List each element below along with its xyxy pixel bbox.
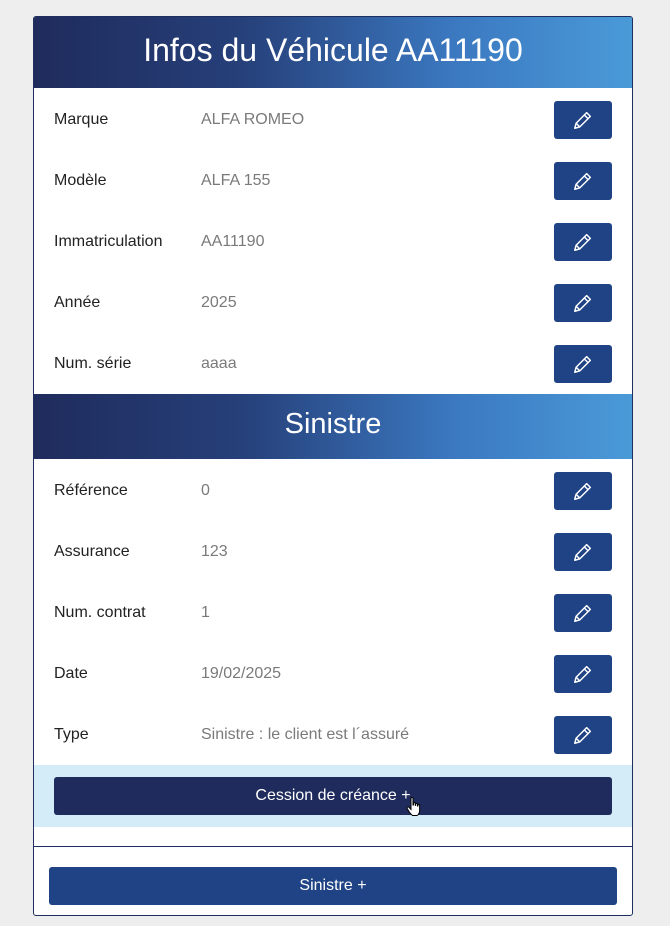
edit-type-button[interactable] bbox=[554, 716, 612, 754]
vehicle-card: Infos du Véhicule AA11190 Marque ALFA RO… bbox=[33, 16, 633, 916]
edit-reference-button[interactable] bbox=[554, 472, 612, 510]
field-row-marque: Marque ALFA ROMEO bbox=[34, 89, 632, 150]
field-label: Assurance bbox=[54, 543, 130, 560]
pencil-icon bbox=[574, 604, 592, 622]
sinistre-fields: Référence 0 Assurance 123 Num. contrat 1… bbox=[34, 459, 632, 765]
field-value: 1 bbox=[201, 604, 210, 621]
field-label: Type bbox=[54, 726, 89, 743]
pencil-icon bbox=[574, 665, 592, 683]
edit-annee-button[interactable] bbox=[554, 284, 612, 322]
vehicle-fields: Marque ALFA ROMEO Modèle ALFA 155 Immatr… bbox=[34, 88, 632, 394]
edit-marque-button[interactable] bbox=[554, 101, 612, 139]
field-label: Immatriculation bbox=[54, 233, 163, 250]
field-label: Marque bbox=[54, 111, 109, 128]
field-value: 123 bbox=[201, 543, 228, 560]
edit-num-serie-button[interactable] bbox=[554, 345, 612, 383]
field-value: 0 bbox=[201, 482, 210, 499]
field-label: Référence bbox=[54, 482, 128, 499]
field-value: aaaa bbox=[201, 355, 237, 372]
vehicle-title: Infos du Véhicule AA11190 bbox=[143, 32, 523, 68]
pencil-icon bbox=[574, 172, 592, 190]
pencil-icon bbox=[574, 726, 592, 744]
pencil-icon bbox=[574, 294, 592, 312]
pencil-icon bbox=[574, 482, 592, 500]
field-label: Modèle bbox=[54, 172, 107, 189]
divider bbox=[34, 846, 632, 847]
field-value: Sinistre : le client est l´assuré bbox=[201, 726, 410, 743]
field-label: Num. contrat bbox=[54, 604, 146, 621]
edit-num-contrat-button[interactable] bbox=[554, 594, 612, 632]
edit-modele-button[interactable] bbox=[554, 162, 612, 200]
sinistre-header: Sinistre bbox=[34, 394, 632, 459]
vehicle-header: Infos du Véhicule AA11190 bbox=[34, 17, 632, 88]
field-value: ALFA 155 bbox=[201, 172, 271, 189]
field-value: 2025 bbox=[201, 294, 237, 311]
field-row-type: Type Sinistre : le client est l´assuré bbox=[34, 704, 632, 765]
pencil-icon bbox=[574, 233, 592, 251]
field-row-date: Date 19/02/2025 bbox=[34, 643, 632, 704]
pencil-icon bbox=[574, 355, 592, 373]
field-label: Num. série bbox=[54, 355, 132, 372]
field-label: Date bbox=[54, 665, 88, 682]
field-row-num-serie: Num. série aaaa bbox=[34, 333, 632, 394]
field-value: ALFA ROMEO bbox=[201, 111, 305, 128]
field-row-reference: Référence 0 bbox=[34, 460, 632, 521]
field-value: 19/02/2025 bbox=[201, 665, 282, 682]
cession-bar: Cession de créance + bbox=[34, 765, 632, 827]
cession-de-creance-button[interactable]: Cession de créance + bbox=[54, 777, 612, 815]
field-label: Année bbox=[54, 294, 101, 311]
pencil-icon bbox=[574, 543, 592, 561]
add-sinistre-button[interactable]: Sinistre + bbox=[49, 867, 617, 905]
edit-date-button[interactable] bbox=[554, 655, 612, 693]
field-row-annee: Année 2025 bbox=[34, 272, 632, 333]
edit-assurance-button[interactable] bbox=[554, 533, 612, 571]
sinistre-title: Sinistre bbox=[284, 408, 382, 440]
field-row-assurance: Assurance 123 bbox=[34, 521, 632, 582]
field-row-num-contrat: Num. contrat 1 bbox=[34, 582, 632, 643]
edit-immatriculation-button[interactable] bbox=[554, 223, 612, 261]
pencil-icon bbox=[574, 111, 592, 129]
field-row-immatriculation: Immatriculation AA11190 bbox=[34, 211, 632, 272]
field-value: AA11190 bbox=[201, 233, 265, 250]
field-row-modele: Modèle ALFA 155 bbox=[34, 150, 632, 211]
